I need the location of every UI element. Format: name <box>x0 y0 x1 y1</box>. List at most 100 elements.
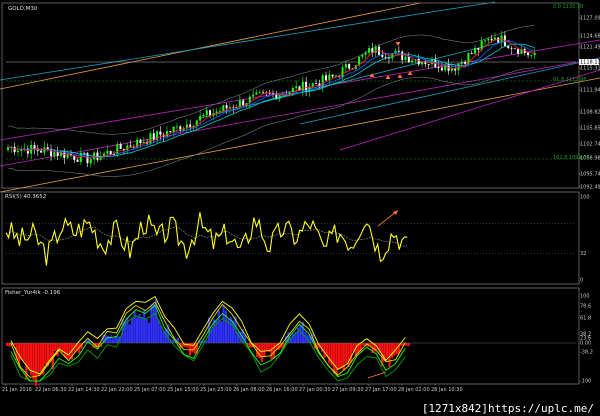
candle-body <box>460 61 463 64</box>
candle-body <box>119 144 122 149</box>
fisher-histogram-bar <box>150 304 153 343</box>
fisher-histogram-bar <box>147 322 151 343</box>
fisher-tick-label: -100 <box>580 379 591 385</box>
candle-body <box>222 105 225 111</box>
fisher-histogram-bar <box>32 343 35 380</box>
price-tick-label: 1105.85 <box>580 126 600 132</box>
candle-body <box>205 110 208 116</box>
fisher-histogram-bar <box>162 331 165 343</box>
fisher-histogram-bar <box>143 310 146 343</box>
candle-body <box>325 75 327 81</box>
candle-body <box>166 131 168 137</box>
fisher-histogram-bar <box>337 343 341 369</box>
time-tick-label: 26 Jan 08:00 <box>233 387 265 393</box>
candle-body <box>219 110 221 112</box>
rsi-tick-label: 0 <box>580 278 583 284</box>
candle-body <box>374 46 377 53</box>
fisher-histogram-bar <box>299 325 302 343</box>
price-tick-label: 1095.74 <box>580 172 600 178</box>
fib-top-label: 0.0 1130.18 <box>553 4 583 10</box>
fisher-histogram-bar <box>407 343 410 347</box>
candle-body <box>381 54 384 57</box>
fisher-histogram-bar <box>296 327 300 343</box>
fisher-tick-label: 0.00 <box>580 341 591 347</box>
candle-body <box>255 92 258 95</box>
time-tick-label: 25 Jan 15:00 <box>167 387 199 393</box>
candle-body <box>464 61 467 64</box>
chart-canvas: 1127.091124.681121.491118.431115.311111.… <box>0 1 600 393</box>
candle-body <box>172 126 175 133</box>
candle-body <box>152 133 155 140</box>
candle-body <box>470 52 473 54</box>
fisher-histogram-bar <box>37 343 40 377</box>
time-axis: 21 Jan 2016 22 Jan 06:30 22 Jan 14:30 22 Ja… <box>2 384 463 393</box>
candle-body <box>348 63 351 69</box>
candle-body <box>129 145 132 147</box>
rsi-pane-frame <box>1 191 580 285</box>
fisher-histogram-bar <box>128 324 131 343</box>
candle-body <box>368 48 371 53</box>
candle-body <box>199 116 202 121</box>
time-tick-label: 25 Jan 07:00 <box>134 387 166 393</box>
candle-body <box>202 115 205 117</box>
fisher-histogram-bar <box>405 343 408 346</box>
candle-body <box>242 100 245 106</box>
fisher-histogram-bar <box>388 343 391 367</box>
candle-body <box>397 50 400 52</box>
candle-body <box>331 74 334 77</box>
price-tick-label: 1111.94 <box>580 88 600 94</box>
candle-body <box>477 47 480 50</box>
candle-body <box>40 150 43 153</box>
fib-low-label: 161.8 1099.33 <box>553 155 590 161</box>
fisher-tick-label: 61.8 <box>580 316 591 322</box>
fisher-tick-label: 100 <box>580 294 590 300</box>
fisher-title: Fisher_Yur4ik -0.196 <box>5 290 61 296</box>
main-title: GOLD,M30 <box>8 6 38 12</box>
fisher-histogram-bar <box>335 343 338 376</box>
candle-body <box>301 81 304 91</box>
candle-body <box>417 58 420 65</box>
candle-body <box>169 131 172 133</box>
fisher-histogram-bar <box>183 343 187 347</box>
fisher-histogram-bar <box>385 343 389 358</box>
candle-body <box>411 60 414 63</box>
candle-body <box>401 51 404 60</box>
fisher-histogram-bar <box>44 343 47 365</box>
fisher-histogram-bar <box>345 343 348 364</box>
candle-body <box>440 67 443 71</box>
time-tick-label: 25 Jan 23:00 <box>200 387 232 393</box>
candle-body <box>361 54 364 57</box>
candle-body <box>291 87 294 93</box>
candle-body <box>225 105 228 109</box>
candle-body <box>149 133 152 144</box>
candle-body <box>517 48 520 54</box>
time-tick-label: 22 Jan 14:30 <box>68 387 100 393</box>
candle-body <box>142 141 145 144</box>
fisher-tick-label: 78.6 <box>580 304 591 310</box>
rsi-layer: 100 32 0 <box>5 195 590 284</box>
candle-body <box>364 52 367 55</box>
price-tick-label: 1127.09 <box>580 16 600 22</box>
candle-body <box>404 56 407 60</box>
watermark: [1271x842]https://uplc.me/ <box>419 402 596 415</box>
fib-mid-label: 61.8 1112.88 <box>553 77 586 83</box>
fisher-histogram-bar <box>140 316 143 343</box>
candle-body <box>179 126 182 131</box>
candle-body <box>344 63 347 68</box>
candle-body <box>484 40 486 42</box>
fisher-histogram-bar <box>54 343 57 352</box>
fisher-histogram-bar <box>107 335 110 343</box>
candle-body <box>487 38 490 41</box>
price-tick-label: 1102.74 <box>580 142 600 148</box>
candle-body <box>407 56 410 63</box>
candle-body <box>89 159 92 164</box>
rsi-title: RSI(5) 40.3652 <box>5 194 46 200</box>
signal-arrow <box>397 74 403 78</box>
fisher-histogram-bar <box>111 338 115 343</box>
fisher-histogram-bar <box>66 343 69 359</box>
fisher-histogram-bar <box>222 305 225 343</box>
fisher-histogram-bar <box>145 318 148 343</box>
fisher-histogram-bar <box>135 317 139 343</box>
fisher-histogram-bar <box>27 343 30 370</box>
fisher-histogram-bar <box>248 343 252 348</box>
